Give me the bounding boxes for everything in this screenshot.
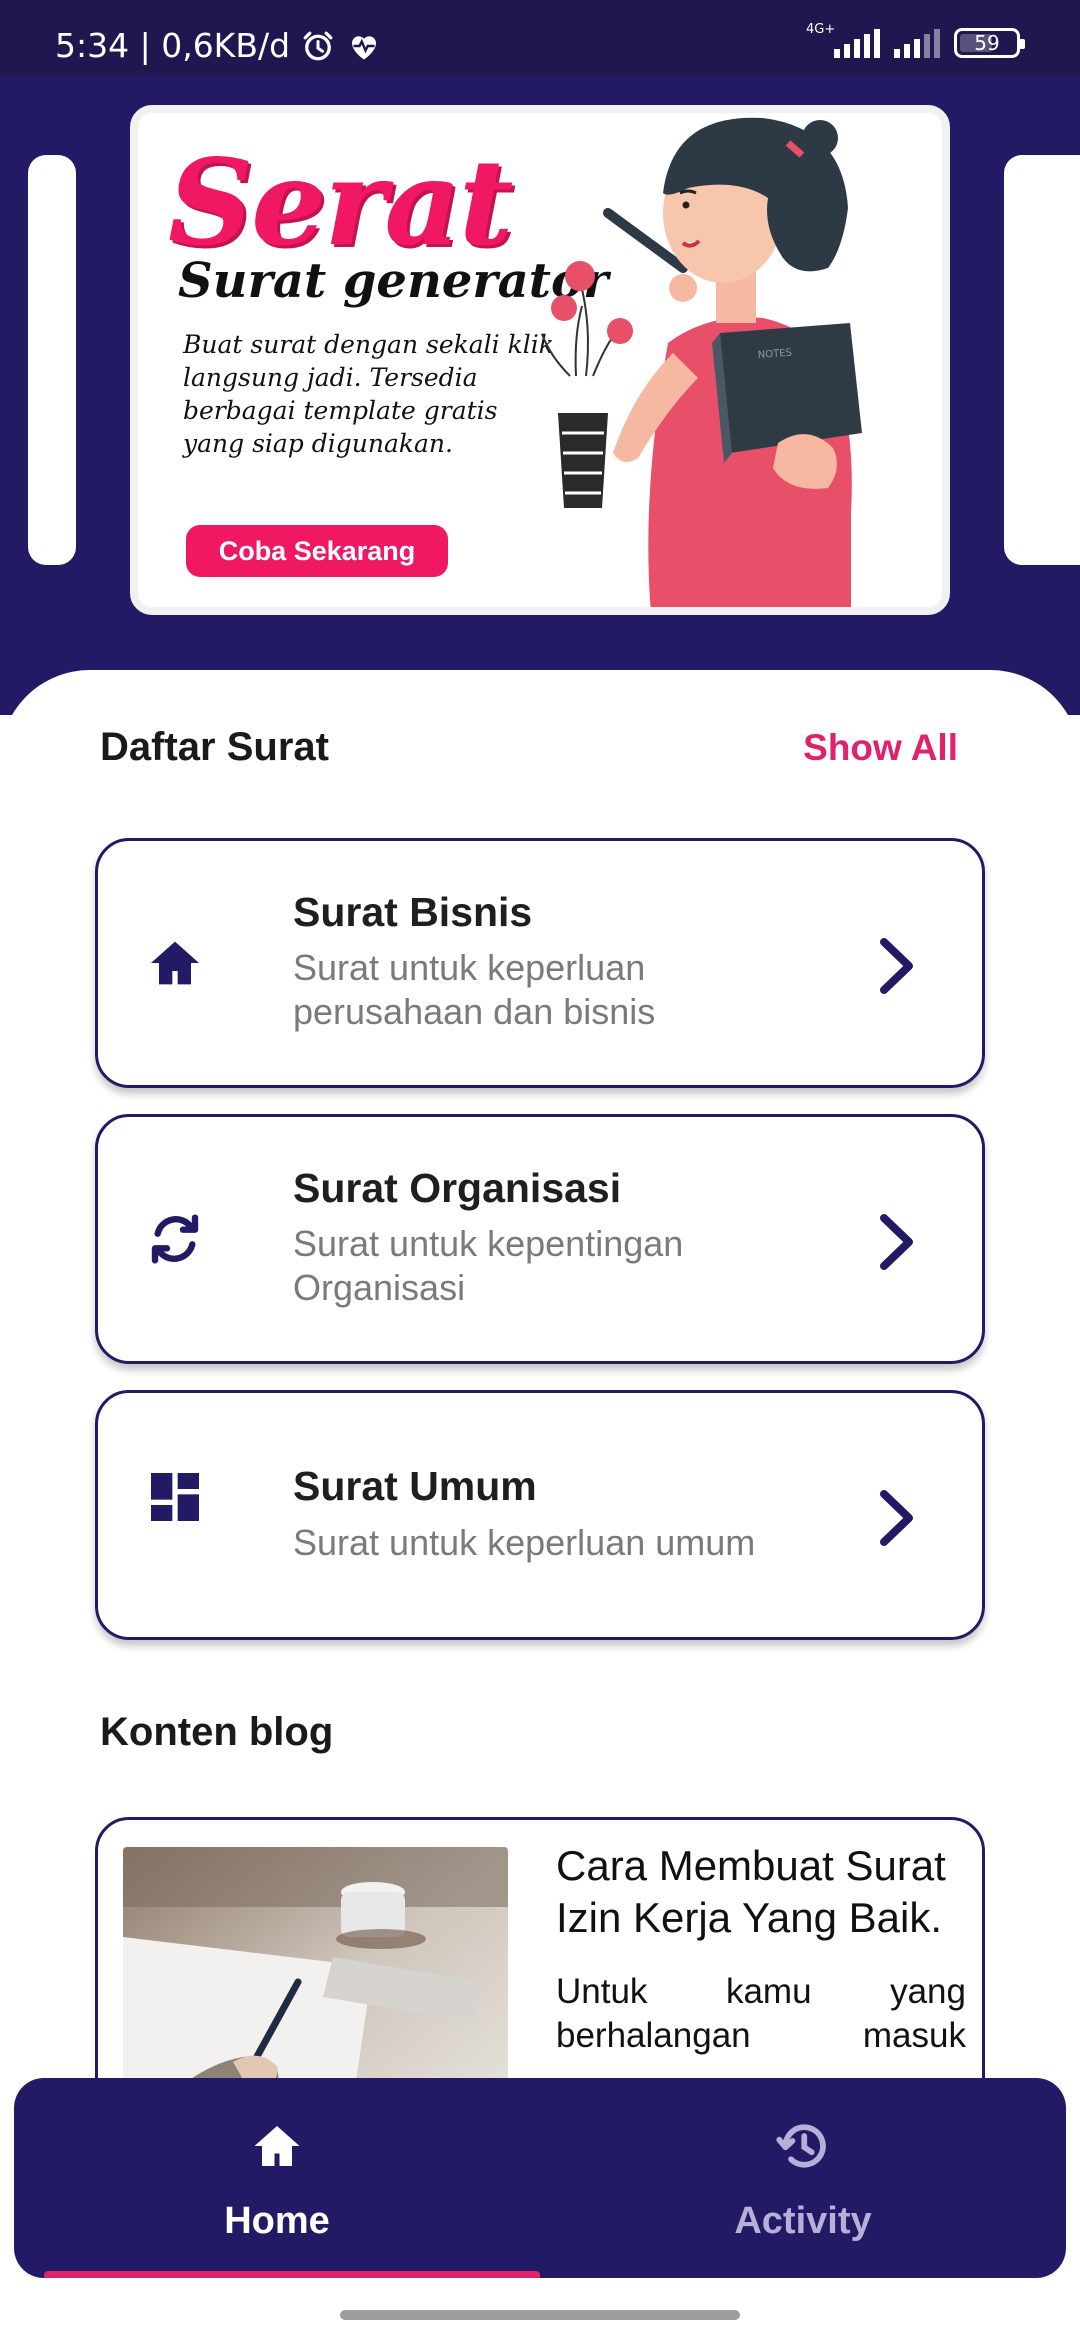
bottom-navigation: Home Activity [14,2078,1066,2278]
woman-reading-illustration: NOTES [541,117,862,607]
letter-card-description: Surat untuk keperluan umum [293,1522,756,1563]
letter-list-title: Daftar Surat [100,725,329,769]
status-time: 5:34 | 0,6KB/d [55,26,291,65]
hero-carousel[interactable]: Serat Surat generator Buat surat dengan … [0,75,1080,715]
letter-card-description: Surat untuk kepentingan Organisasi [293,1223,684,1308]
heart-pulse-icon [346,28,382,64]
letter-card-title: Surat Organisasi [293,1165,622,1211]
nav-item-home[interactable]: Home [14,2078,540,2278]
try-now-button[interactable]: Coba Sekarang [186,525,448,577]
main-content: Daftar Surat Show All Surat Bisnis Surat… [0,670,1080,2147]
letter-card-organisasi[interactable]: Surat Organisasi Surat untuk kepentingan… [95,1114,985,1364]
show-all-link[interactable]: Show All [803,727,958,769]
battery-icon: 59 [954,28,1025,58]
signal-icon-2 [894,28,940,58]
nav-label-home: Home [224,2200,330,2242]
flower-vase-illustration [541,261,633,508]
nav-active-indicator [44,2271,540,2278]
network-type: 4G+ [806,22,836,37]
status-bar: 5:34 | 0,6KB/d 4G+ 59 [0,0,1080,75]
sync-icon [143,1207,207,1271]
letter-card-bisnis[interactable]: Surat Bisnis Surat untuk keperluan perus… [95,838,985,1088]
promo-banner[interactable]: Serat Surat generator Buat surat dengan … [130,105,950,615]
nav-item-activity[interactable]: Activity [540,2078,1066,2278]
letter-card-description: Surat untuk keperluan perusahaan dan bis… [293,947,656,1032]
status-left: 5:34 | 0,6KB/d [55,26,382,65]
signal-icon: 4G+ [806,22,880,58]
letter-card-title: Surat Umum [293,1463,537,1509]
chevron-right-icon [872,1488,922,1548]
history-icon [773,2116,833,2176]
status-right: 4G+ 59 [806,22,1025,58]
chevron-right-icon [872,1212,922,1272]
letter-card-title: Surat Bisnis [293,889,533,935]
letter-card-umum[interactable]: Surat Umum Surat untuk keperluan umum [95,1390,985,1640]
home-icon [247,2116,307,2176]
carousel-next-card[interactable] [1004,155,1080,565]
blog-post-title: Cara Membuat Surat Izin Kerja Yang Baik. [556,1842,946,1941]
blog-post-excerpt: Untuk kamu yang berhalangan masuk [556,1972,966,2055]
dashboard-icon [143,1465,207,1529]
blog-section-title: Konten blog [100,1710,334,1754]
system-home-indicator[interactable] [340,2310,740,2320]
battery-level: 59 [974,31,1000,55]
nav-label-activity: Activity [734,2200,872,2242]
carousel-prev-card[interactable] [28,155,76,565]
home-icon [143,931,207,995]
chevron-right-icon [872,936,922,996]
alarm-icon [300,28,336,64]
